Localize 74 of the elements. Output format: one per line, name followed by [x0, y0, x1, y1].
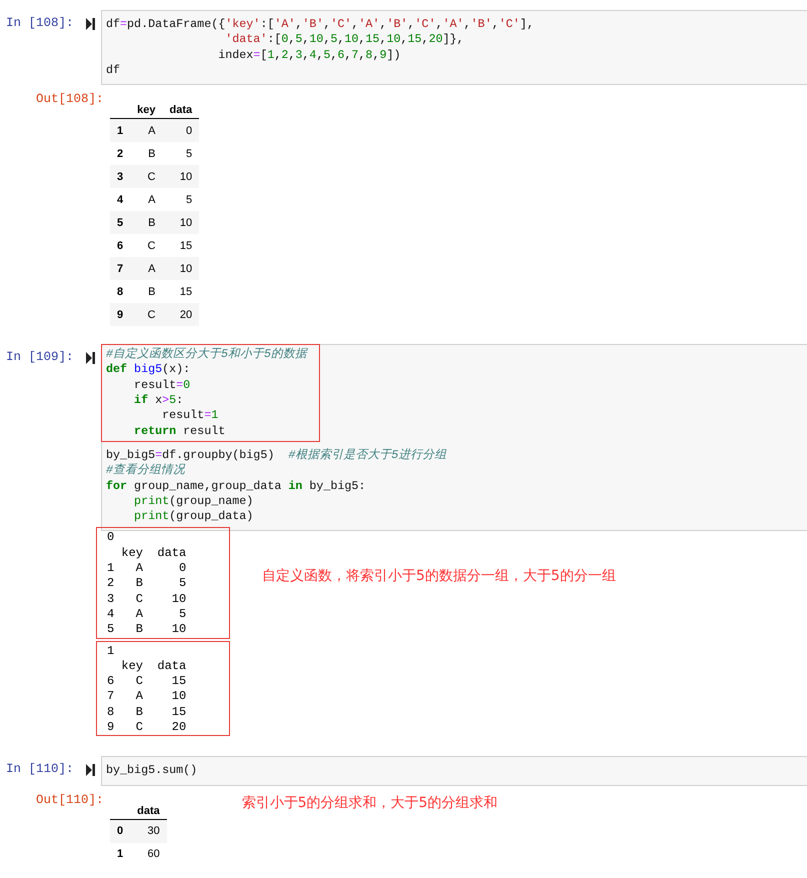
run-icon[interactable] — [86, 18, 95, 30]
output-line: 4 A 5 — [107, 606, 188, 622]
table-cell: 60 — [130, 842, 167, 866]
output-line: 2 B 5 — [107, 576, 188, 592]
row-index: 2 — [110, 142, 130, 166]
code-editor[interactable]: by_big5.sum() — [101, 756, 807, 786]
row-index: 0 — [110, 819, 130, 843]
table-cell: A — [130, 257, 162, 280]
code-editor[interactable]: df=pd.DataFrame({'key':['A','B','C','A','B','C','A','B','C'], 'data':[0,5,10,5,10,15,10,15,20]}, index=[1,2,3,4,5,6,7,8,9]) df — [101, 10, 807, 86]
output-line: 0 — [107, 530, 116, 546]
code-line: result=0 — [133, 378, 192, 394]
table-cell: C — [130, 234, 162, 258]
table-cell: 30 — [130, 819, 167, 843]
table-cell: B — [130, 142, 162, 166]
row-index: 6 — [110, 234, 130, 258]
code-line: def big5(x): — [106, 362, 192, 378]
table-cell: C — [130, 165, 162, 188]
output-line: 8 B 15 — [107, 704, 188, 720]
table-cell: 10 — [162, 257, 200, 280]
code-line: by_big5=df.groupby(big5) #根据索引是否大于5进行分组 — [106, 448, 446, 463]
output-line: 6 C 15 — [107, 674, 188, 690]
input-prompt: In [110]: — [5, 761, 75, 776]
code-line: by_big5.sum() — [106, 763, 198, 779]
code-line: index=[1,2,3,4,5,6,7,8,9]) — [217, 48, 402, 63]
table-cell: 20 — [162, 303, 200, 326]
row-index: 1 — [110, 842, 130, 866]
column-header: data — [130, 794, 167, 820]
code-line: print(group_data) — [133, 509, 254, 524]
row-index: 3 — [110, 165, 130, 188]
output-prompt: Out[110]: — [36, 792, 104, 807]
code-line: df=pd.DataFrame({'key':['A','B','C','A','B','C','A','B','C'], — [106, 17, 534, 32]
output-line: 3 C 10 — [107, 592, 188, 607]
code-line: #自定义函数区分大于5和小于5的数据 — [106, 347, 308, 362]
code-line: 'data':[0,5,10,5,10,15,10,15,20]}, — [224, 32, 465, 48]
row-index: 4 — [110, 188, 130, 212]
code-line: if x>5: — [133, 393, 184, 408]
output-prompt: Out[108]: — [36, 92, 104, 106]
table-cell: 5 — [162, 142, 200, 166]
output-line: 1 — [107, 644, 116, 659]
input-prompt: In [108]: — [5, 15, 75, 30]
code-line: df — [106, 62, 122, 78]
output-line: key data — [120, 658, 188, 674]
row-index: 8 — [110, 280, 130, 304]
input-prompt: In [109]: — [5, 349, 75, 364]
row-index: 1 — [110, 118, 130, 142]
row-index: 7 — [110, 257, 130, 280]
code-line: print(group_name) — [133, 494, 254, 510]
table-cell: A — [130, 118, 162, 142]
output-line: 5 B 10 — [107, 622, 188, 638]
table-cell: 10 — [162, 165, 200, 188]
annotation-text: 自定义函数，将索引小于5的数据分一组，大于5的分一组 — [262, 567, 616, 586]
annotation-text: 索引小于5的分组求和，大于5的分组求和 — [242, 794, 498, 812]
run-icon[interactable] — [86, 764, 95, 776]
table-cell: 15 — [162, 234, 200, 258]
table-cell: 10 — [162, 211, 200, 234]
run-icon[interactable] — [86, 352, 95, 364]
code-editor[interactable]: #自定义函数区分大于5和小于5的数据 def big5(x): result=0 if x>5: result=1 return result by_big5=df.groupby(big5) #根据索引是否大于5进行分组 #查看分组情况 for group_name,group_data in by_big5: print(group_name) print(group_data) — [101, 344, 807, 532]
output-line: 7 A 10 — [107, 689, 188, 705]
table-cell: B — [130, 211, 162, 234]
code-line: for group_name,group_data in by_big5: — [106, 478, 367, 494]
code-line: #查看分组情况 — [106, 463, 186, 479]
table-cell: C — [130, 303, 162, 326]
output-line: 9 C 20 — [107, 720, 188, 736]
output-line: key data — [120, 546, 188, 562]
row-index: 5 — [110, 211, 130, 234]
row-index: 9 — [110, 303, 130, 326]
output-line: 1 A 0 — [107, 561, 188, 576]
table-cell: A — [130, 188, 162, 212]
code-line: return result — [133, 424, 226, 439]
code-line: result=1 — [161, 408, 220, 424]
table-cell: 0 — [162, 118, 200, 142]
table-cell: 5 — [162, 188, 200, 212]
table-cell: B — [130, 280, 162, 304]
table-cell: 15 — [162, 280, 200, 304]
